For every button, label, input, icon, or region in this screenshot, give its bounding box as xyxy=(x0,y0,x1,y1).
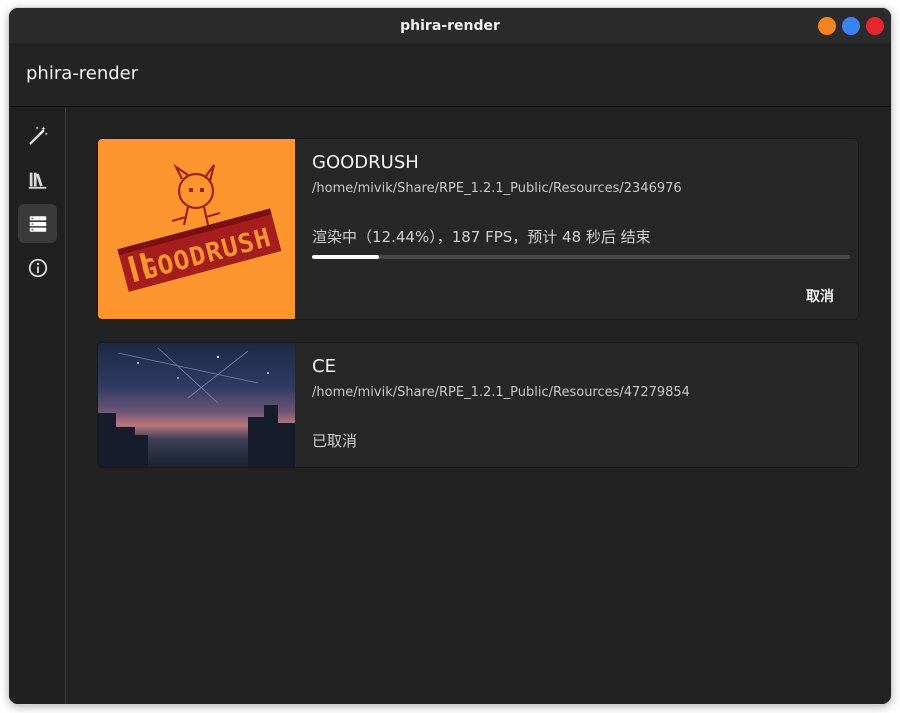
chart-thumbnail: GOODRUSH xyxy=(98,139,295,319)
sidebar-item-render[interactable] xyxy=(18,116,57,155)
ce-cover-art xyxy=(98,347,295,467)
task-path: /home/mivik/Share/RPE_1.2.1_Public/Resou… xyxy=(312,181,682,196)
render-queue-icon xyxy=(29,215,46,232)
progress-bar-fill xyxy=(312,255,379,259)
task-status: 渲染中（12.44%），187 FPS，预计 48 秒后 结束 xyxy=(312,228,651,246)
magic-wand-icon xyxy=(28,125,48,145)
progress-bar xyxy=(312,255,850,259)
sidebar-item-library[interactable] xyxy=(18,160,57,199)
task-list: GOODRUSH GOODRUSH /home/mivik/Share/RPE_… xyxy=(67,108,891,704)
window-title: phira-render xyxy=(400,17,500,34)
task-name: GOODRUSH xyxy=(312,152,419,173)
app-title: phira-render xyxy=(26,63,139,84)
goodrush-cover-art: GOODRUSH xyxy=(117,163,282,292)
task-status: 已取消 xyxy=(312,432,358,450)
app-window: phira-render phira-render GOODRUSH GOODR… xyxy=(9,8,891,704)
task-card: GOODRUSH GOODRUSH /home/mivik/Share/RPE_… xyxy=(97,138,859,320)
sidebar-item-tasks[interactable] xyxy=(18,204,57,243)
library-icon xyxy=(28,172,46,189)
task-card: CE /home/mivik/Share/RPE_1.2.1_Public/Re… xyxy=(97,342,859,468)
task-path: /home/mivik/Share/RPE_1.2.1_Public/Resou… xyxy=(312,385,690,400)
cancel-button[interactable]: 取消 xyxy=(806,286,834,306)
title-bar[interactable]: phira-render xyxy=(9,8,891,43)
info-icon xyxy=(28,258,47,277)
sidebar xyxy=(9,108,66,704)
task-name: CE xyxy=(312,356,336,377)
maximize-button[interactable] xyxy=(842,17,860,35)
app-header: phira-render xyxy=(9,43,891,107)
sidebar-item-about[interactable] xyxy=(18,248,57,287)
close-button[interactable] xyxy=(866,17,884,35)
minimize-button[interactable] xyxy=(818,17,836,35)
chart-thumbnail xyxy=(98,343,295,467)
